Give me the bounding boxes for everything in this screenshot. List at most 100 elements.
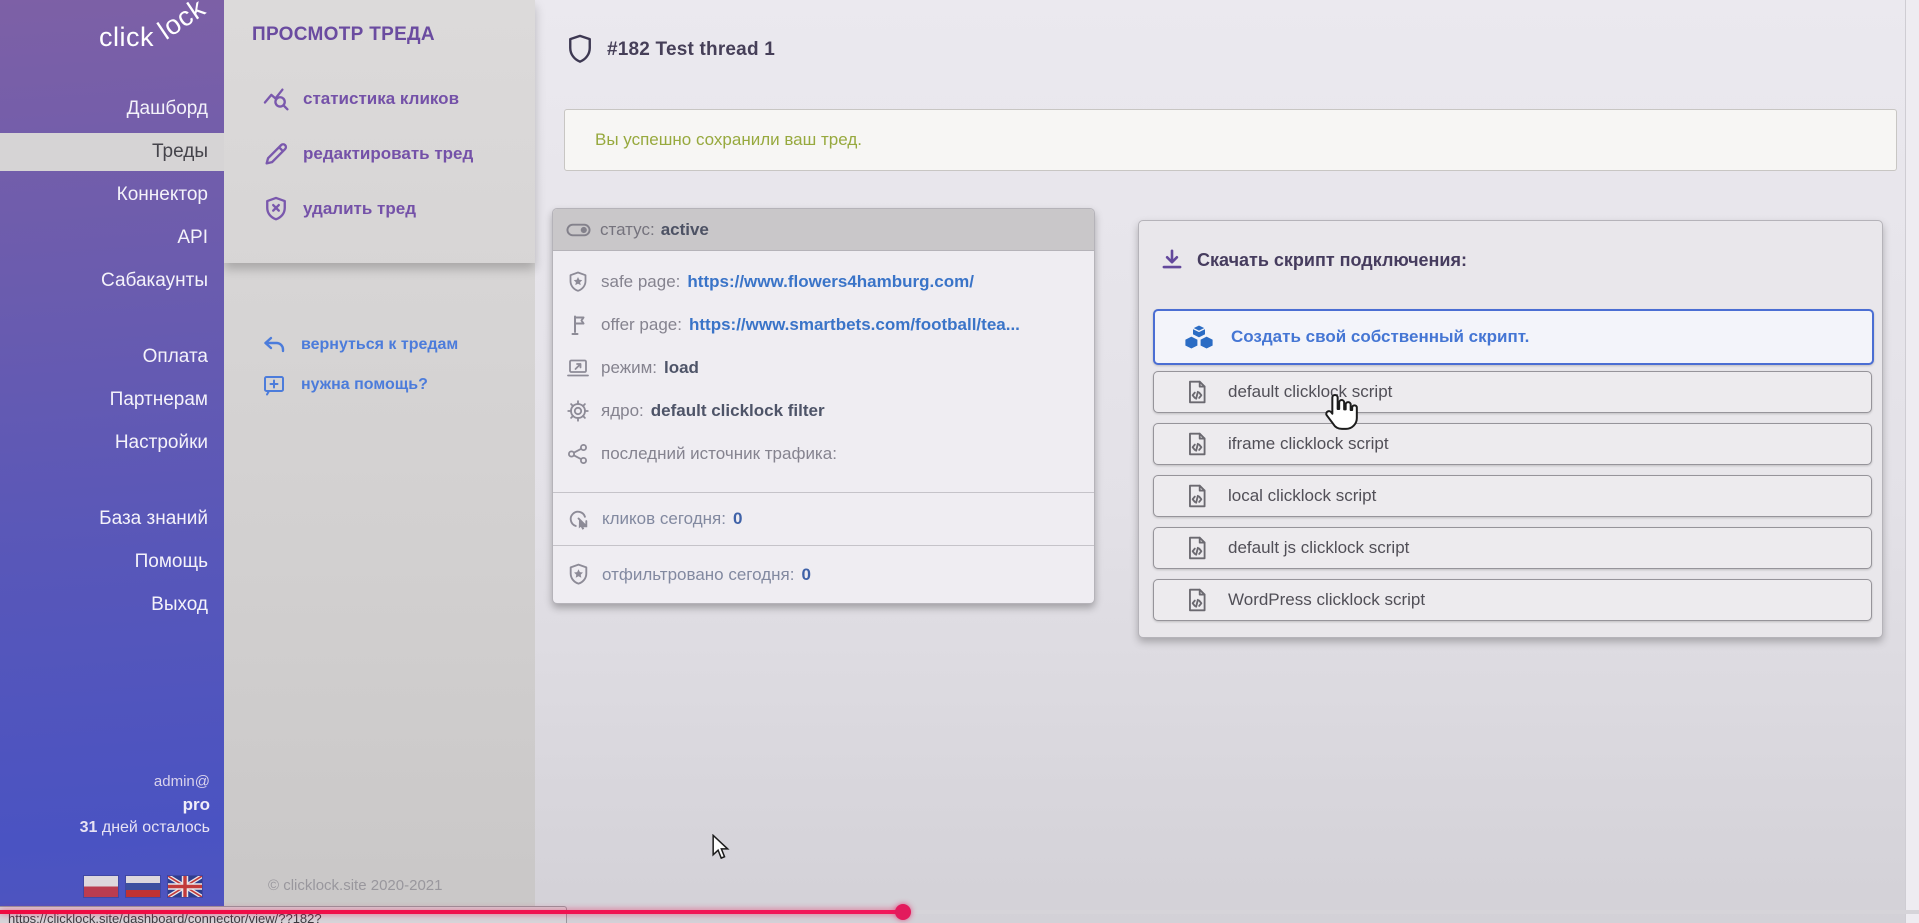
delete-thread-button[interactable]: удалить тред (224, 188, 535, 230)
mouse-arrow-cursor (708, 834, 732, 860)
russia-flag-icon[interactable] (126, 876, 160, 897)
sidebar-nav: Дашборд Треды Коннектор API Сабакаунты О… (0, 90, 224, 629)
local-clicklock-script-button[interactable]: local clicklock script (1153, 475, 1872, 517)
edit-thread-label: редактировать тред (303, 144, 473, 164)
clicks-today-value: 0 (733, 509, 742, 529)
need-help-link[interactable]: нужна помощь? (224, 370, 535, 400)
status-card-rows: safe page: https://www.flowers4hamburg.c… (553, 251, 1094, 492)
logo-text-lock: lock (152, 0, 211, 46)
poland-flag-icon[interactable] (84, 876, 118, 897)
back-to-threads-link[interactable]: вернуться к тредам (224, 330, 535, 360)
code-file-icon (1184, 535, 1210, 561)
iframe-clicklock-script-button[interactable]: iframe clicklock script (1153, 423, 1872, 465)
offer-page-row: offer page: https://www.smartbets.com/fo… (566, 309, 1078, 340)
filtered-today-row: отфильтровано сегодня: 0 (553, 545, 1094, 603)
share-icon (566, 442, 590, 466)
need-help-label: нужна помощь? (301, 376, 428, 394)
download-card-title: Скачать скрипт подключения: (1197, 250, 1467, 271)
page-title: #182 Test thread 1 (607, 39, 775, 61)
clicks-today-row: кликов сегодня: 0 (553, 492, 1094, 545)
delete-thread-label: удалить тред (303, 199, 416, 219)
core-row: ядро: default clicklock filter (566, 395, 1078, 426)
click-stats-label: статистика кликов (303, 89, 459, 109)
download-scripts-card: Скачать скрипт подключения: Создать свой… (1138, 220, 1883, 638)
thread-panel-title: ПРОСМОТР ТРЕДА (252, 24, 435, 46)
clicks-today-label: кликов сегодня: (602, 509, 726, 529)
status-value: active (661, 220, 709, 240)
uk-flag-icon[interactable] (168, 876, 202, 897)
offer-page-link[interactable]: https://www.smartbets.com/football/tea..… (689, 315, 1020, 335)
flag-icon (566, 313, 590, 337)
edit-thread-button[interactable]: редактировать тред (224, 133, 535, 175)
default-clicklock-script-label: default clicklock script (1228, 382, 1392, 402)
undo-arrow-icon (262, 333, 286, 357)
code-file-icon (1184, 379, 1210, 405)
thread-links: вернуться к тредам нужна помощь? (224, 330, 535, 410)
stats-magnifier-icon (262, 85, 290, 113)
sidebar-item-partners[interactable]: Партнерам (0, 381, 224, 419)
logo-text-click: click (99, 22, 154, 53)
wordpress-clicklock-script-button[interactable]: WordPress clicklock script (1153, 579, 1872, 621)
create-own-script-button[interactable]: Создать свой собственный скрипт. (1153, 309, 1874, 365)
core-label: ядро: (601, 401, 644, 421)
default-js-clicklock-script-button[interactable]: default js clicklock script (1153, 527, 1872, 569)
sidebar-item-api[interactable]: API (0, 219, 224, 257)
create-own-script-label: Создать свой собственный скрипт. (1231, 327, 1529, 347)
status-label: статус: (600, 220, 655, 240)
copyright-footer: © clicklock.site 2020-2021 (268, 877, 442, 894)
local-clicklock-script-label: local clicklock script (1228, 486, 1376, 506)
scrollbar-track[interactable] (1905, 0, 1919, 923)
sidebar-item-threads[interactable]: Треды (0, 133, 224, 171)
account-info: admin@ pro 31 дней осталось (0, 770, 210, 839)
code-file-icon (1184, 431, 1210, 457)
safe-page-label: safe page: (601, 272, 680, 292)
laptop-arrow-icon (566, 356, 590, 380)
last-traffic-source-row: последний источник трафика: (566, 438, 1078, 469)
core-value: default clicklock filter (651, 401, 825, 421)
mode-label: режим: (601, 358, 657, 378)
sidebar-item-connector[interactable]: Коннектор (0, 176, 224, 214)
sidebar-item-knowledge-base[interactable]: База знаний (0, 500, 224, 538)
code-file-icon (1184, 483, 1210, 509)
account-days-left: 31 дней осталось (0, 816, 210, 839)
safe-page-row: safe page: https://www.flowers4hamburg.c… (566, 266, 1078, 297)
last-traffic-source-label: последний источник трафика: (601, 444, 837, 464)
account-email: admin@ (0, 770, 210, 793)
sidebar-item-settings[interactable]: Настройки (0, 424, 224, 462)
sidebar-item-payment[interactable]: Оплата (0, 338, 224, 376)
language-switcher (84, 876, 202, 897)
video-progress-bar[interactable] (0, 910, 1919, 914)
thread-actions: статистика кликов редактировать тред уда… (224, 78, 535, 243)
download-card-header: Скачать скрипт подключения: (1159, 247, 1467, 273)
shield-icon (567, 33, 593, 67)
safe-page-link[interactable]: https://www.flowers4hamburg.com/ (687, 272, 974, 292)
app-window: click lock Дашборд Треды Коннектор API С… (0, 0, 1919, 923)
default-js-clicklock-script-label: default js clicklock script (1228, 538, 1409, 558)
code-file-icon (1184, 587, 1210, 613)
thread-panel: ПРОСМОТР ТРЕДА статистика кликов редакти… (224, 0, 535, 923)
video-progress-handle[interactable] (895, 904, 911, 920)
back-to-threads-label: вернуться к тредам (301, 336, 458, 354)
pencil-icon (262, 140, 290, 168)
sidebar-item-logout[interactable]: Выход (0, 586, 224, 624)
mode-row: режим: load (566, 352, 1078, 383)
success-alert-text: Вы успешно сохранили ваш тред. (595, 130, 862, 150)
click-stats-button[interactable]: статистика кликов (224, 78, 535, 120)
thread-status-card: статус: active safe page: https://www.fl… (552, 208, 1095, 604)
default-clicklock-script-button[interactable]: default clicklock script (1153, 371, 1872, 413)
wordpress-clicklock-script-label: WordPress clicklock script (1228, 590, 1425, 610)
success-alert: Вы успешно сохранили ваш тред. (564, 109, 1897, 171)
offer-page-label: offer page: (601, 315, 682, 335)
gear-icon (566, 399, 590, 423)
sidebar-item-help[interactable]: Помощь (0, 543, 224, 581)
sidebar-item-dashboard[interactable]: Дашборд (0, 90, 224, 128)
clicklock-logo[interactable]: click lock (0, 0, 224, 72)
statusbar-url-tooltip: https://clicklock.site/dashboard/connect… (0, 906, 567, 923)
shield-star-icon (566, 270, 590, 294)
shield-x-icon (262, 195, 290, 223)
account-plan: pro (0, 793, 210, 816)
page-header: #182 Test thread 1 (567, 33, 775, 67)
sidebar-item-subaccounts[interactable]: Сабакаунты (0, 262, 224, 300)
mode-value: load (664, 358, 699, 378)
toggle-icon (566, 221, 591, 239)
